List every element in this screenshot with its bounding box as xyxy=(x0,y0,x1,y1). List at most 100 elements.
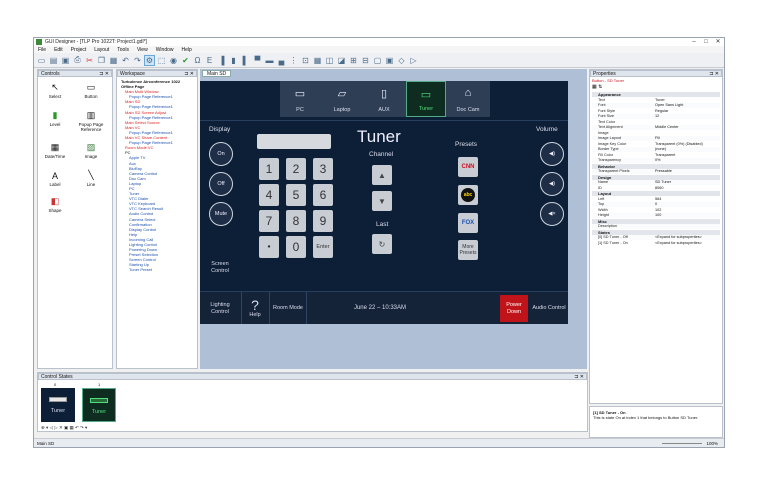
property-category[interactable]: Design xyxy=(592,174,720,180)
key-3[interactable]: 3 xyxy=(313,158,333,180)
room-mode-button[interactable]: Room Mode xyxy=(272,292,304,324)
redo-icon[interactable]: ↷ xyxy=(132,55,143,66)
property-value[interactable]: 8060 xyxy=(655,186,663,191)
display-off-button[interactable]: Off xyxy=(209,172,233,196)
property-value[interactable]: 0% xyxy=(655,158,661,163)
property-row[interactable]: Border Type (none) xyxy=(592,147,720,152)
grid-icon[interactable]: ▦ xyxy=(312,55,323,66)
property-row[interactable]: Transparent Pixels Pressable xyxy=(592,169,720,174)
property-row[interactable]: Top 0 xyxy=(592,202,720,207)
copy-icon[interactable]: ❐ xyxy=(96,55,107,66)
property-value[interactable]: Fill xyxy=(655,136,660,141)
lighting-control-button[interactable]: Lighting Control xyxy=(202,292,238,324)
tool-popup-page-reference[interactable]: ▥ Popup Page Reference xyxy=(76,110,106,132)
property-value[interactable]: SD Tuner xyxy=(655,180,671,185)
sort-icons[interactable]: ▦ ⇅ xyxy=(592,84,602,90)
tool-line[interactable]: ╲ Line xyxy=(76,170,106,187)
zoom-slider[interactable] xyxy=(662,443,702,444)
property-category[interactable]: States xyxy=(592,229,720,235)
select-icon[interactable]: ⬚ xyxy=(156,55,167,66)
key-9[interactable]: 9 xyxy=(313,210,333,232)
key-2[interactable]: 2 xyxy=(286,158,306,180)
menu-layout[interactable]: Layout xyxy=(90,47,113,53)
pin-icon[interactable]: ⊐ ✕ xyxy=(574,374,584,380)
bring-front-icon[interactable]: ◫ xyxy=(324,55,335,66)
key-4[interactable]: 4 xyxy=(259,184,279,206)
property-row[interactable]: Description xyxy=(592,224,720,229)
omega-icon[interactable]: Ω xyxy=(192,55,203,66)
source-aux[interactable]: ▯ AUX xyxy=(364,81,404,117)
touch-panel-canvas[interactable]: ▭ PC ▱ Laptop ▯ AUX ▭ Tuner ⌂ Doc Cam Di… xyxy=(200,81,568,324)
property-row[interactable]: Left 564 xyxy=(592,197,720,202)
property-category[interactable]: Behavior xyxy=(592,163,720,169)
key-0[interactable]: 0 xyxy=(286,236,306,258)
menu-window[interactable]: Window xyxy=(152,47,178,53)
menu-file[interactable]: File xyxy=(34,47,50,53)
state-off-thumbnail[interactable]: Tuner xyxy=(41,388,75,422)
preset-cnn[interactable]: CNN xyxy=(458,157,478,177)
source-pc[interactable]: ▭ PC xyxy=(280,81,320,117)
tool-select[interactable]: ↖ Select xyxy=(40,82,70,99)
minimize-button[interactable]: – xyxy=(688,38,700,46)
workspace-tree[interactable]: Turbulence Airconference 1022 Offline Pag… xyxy=(119,79,197,273)
property-row[interactable]: [1] SD Tuner - On <Expand for subproperti… xyxy=(592,241,720,246)
selected-object[interactable]: Button - SD Tuner xyxy=(592,78,624,83)
property-value[interactable]: 100 xyxy=(655,213,661,218)
menu-project[interactable]: Project xyxy=(67,47,91,53)
property-value[interactable]: (none) xyxy=(655,147,666,152)
unlock-icon[interactable]: ▣ xyxy=(384,55,395,66)
screen-control-button[interactable]: Screen Control xyxy=(202,251,238,285)
align-center-icon[interactable]: ▮ xyxy=(228,55,239,66)
property-row[interactable]: ID 8060 xyxy=(592,186,720,191)
property-value[interactable]: Regular xyxy=(655,109,668,114)
channel-down-button[interactable]: ▼ xyxy=(372,191,392,211)
menu-view[interactable]: View xyxy=(133,47,152,53)
property-value[interactable]: 0 xyxy=(655,202,657,207)
send-back-icon[interactable]: ◪ xyxy=(336,55,347,66)
pin-icon[interactable]: ⊐ ✕ xyxy=(184,71,194,77)
property-row[interactable]: Image Key Color Transparent (0%) (Disable… xyxy=(592,142,720,147)
source-tuner[interactable]: ▭ Tuner xyxy=(406,81,446,117)
tree-item[interactable]: Tuner Preset xyxy=(119,267,197,272)
property-value[interactable]: <Expand for subproperties> xyxy=(655,235,702,240)
menu-help[interactable]: Help xyxy=(178,47,196,53)
property-row[interactable]: Transparency 0% xyxy=(592,158,720,163)
tab-main-sd[interactable]: Main SD xyxy=(202,70,232,77)
menu-tools[interactable]: Tools xyxy=(113,47,133,53)
state-on-thumbnail[interactable]: Tuner xyxy=(82,388,116,422)
property-value[interactable]: 12 xyxy=(655,114,659,119)
undo-icon[interactable]: ↶ xyxy=(120,55,131,66)
save-icon[interactable]: ▣ xyxy=(60,55,71,66)
tool-button[interactable]: ▭ Button xyxy=(76,82,106,99)
preview-icon[interactable]: ▷ xyxy=(408,55,419,66)
property-value[interactable]: Tuner xyxy=(655,98,665,103)
property-row[interactable]: Height 100 xyxy=(592,213,720,218)
menu-edit[interactable]: Edit xyxy=(50,47,67,53)
lock-icon[interactable]: ▢ xyxy=(372,55,383,66)
source-laptop[interactable]: ▱ Laptop xyxy=(322,81,362,117)
power-down-button[interactable]: Power Down xyxy=(500,295,528,322)
property-value[interactable]: Transparent (0%) (Disabled) xyxy=(655,142,703,147)
print-icon[interactable]: ⎙ xyxy=(72,55,83,66)
property-row[interactable]: Name SD Tuner xyxy=(592,180,720,185)
channel-up-button[interactable]: ▲ xyxy=(372,165,392,185)
property-value[interactable]: <Expand for subproperties> xyxy=(655,241,702,246)
tool-image[interactable]: ▨ Image xyxy=(76,142,106,159)
audio-control-button[interactable]: Audio Control xyxy=(532,292,566,324)
property-value[interactable]: Transparent xyxy=(655,153,675,158)
key-7[interactable]: 7 xyxy=(259,210,279,232)
align-middle-icon[interactable]: ▬ xyxy=(264,55,275,66)
more-presets-button[interactable]: More Presets xyxy=(458,240,478,260)
property-row[interactable]: Font Open Sans Light xyxy=(592,103,720,108)
states-toolbar[interactable]: ⊕ ▾ ◁ ▷ ✕ ▣ ▦ ↶ ↷ ▾ xyxy=(41,425,87,431)
tool-date-time[interactable]: ▦ Date/Time xyxy=(40,142,70,159)
property-value[interactable]: Pressable xyxy=(655,169,672,174)
property-row[interactable]: Image Layout Fill xyxy=(592,136,720,141)
zoom-icon[interactable]: ◇ xyxy=(396,55,407,66)
align-left-icon[interactable]: ▐ xyxy=(216,55,227,66)
last-channel-button[interactable]: ↻ xyxy=(372,234,392,254)
close-button[interactable]: ✕ xyxy=(712,38,724,46)
display-mute-button[interactable]: Mute xyxy=(209,202,233,226)
key-dot[interactable]: ● xyxy=(259,236,279,258)
property-category[interactable]: Layout xyxy=(592,191,720,196)
